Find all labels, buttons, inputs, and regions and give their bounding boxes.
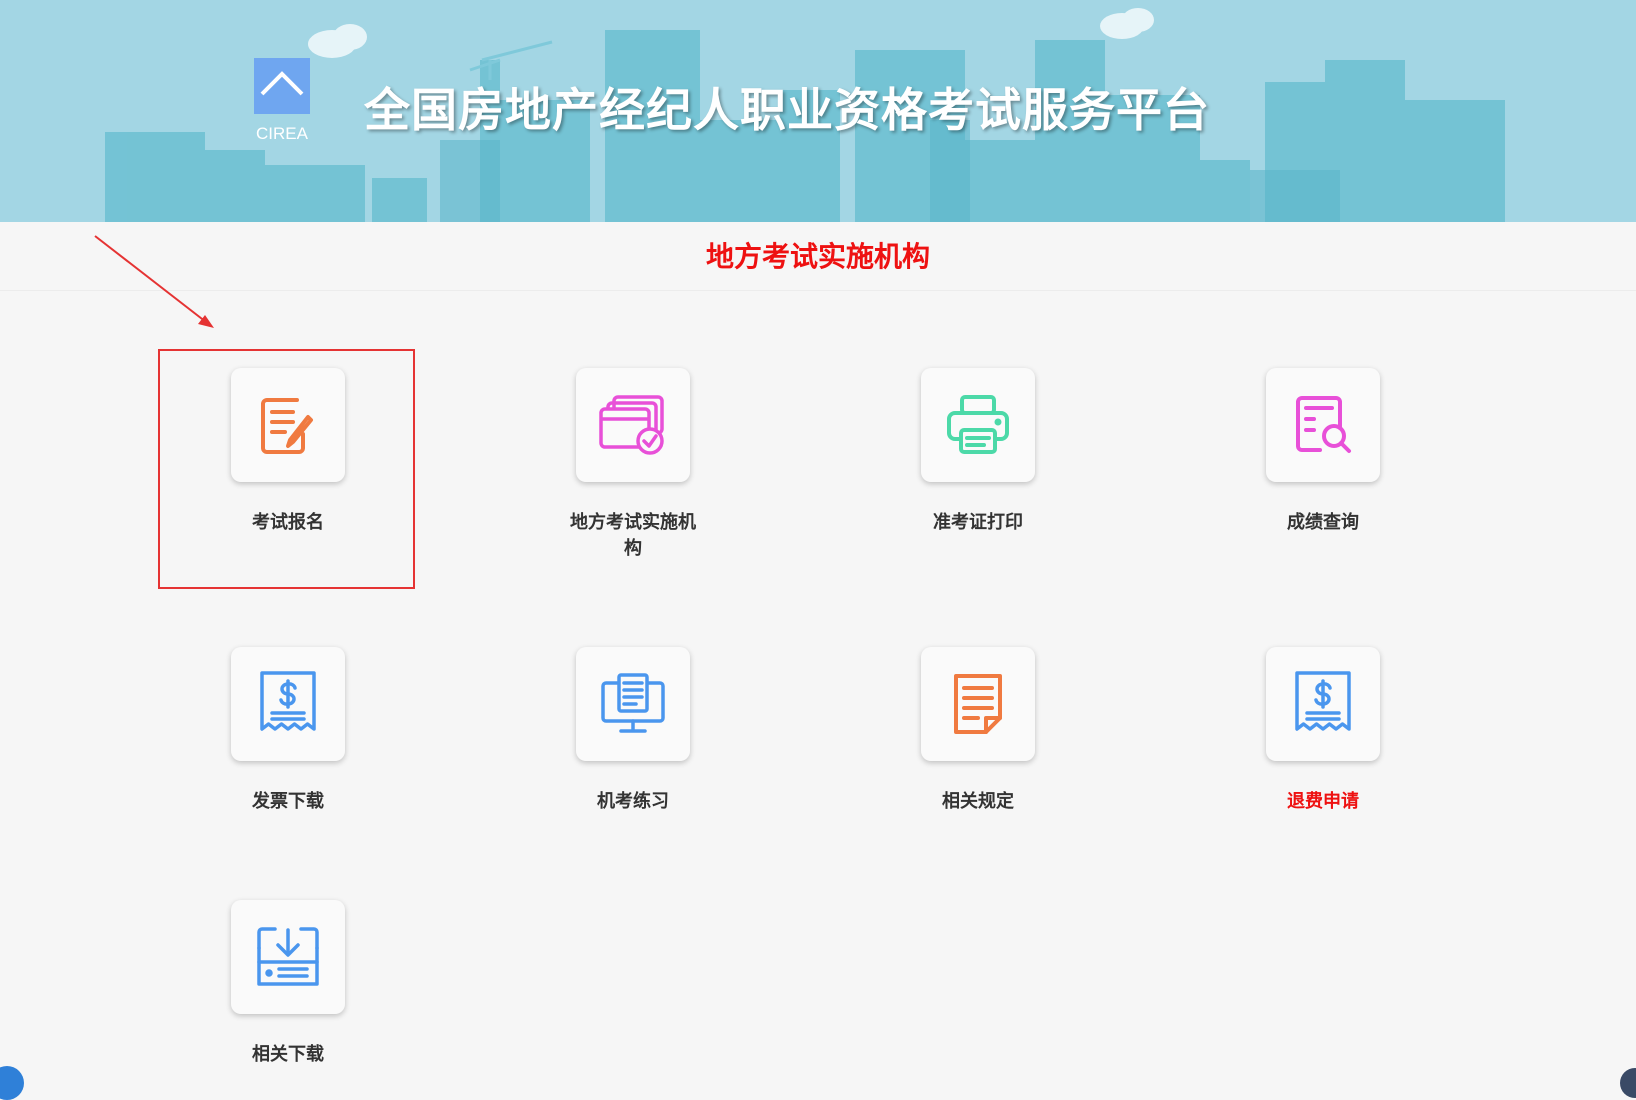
corner-widget-left[interactable] (0, 1066, 24, 1100)
tile-local-exam-institutions[interactable]: 地方考试实施机构 (533, 368, 733, 562)
tile-label: 成绩查询 (1287, 512, 1359, 533)
tile-label: 相关规定 (942, 791, 1014, 812)
tile-label: 退费申请 (1287, 791, 1359, 812)
tile-label: 准考证打印 (933, 512, 1023, 533)
tile-label: 考试报名 (252, 512, 324, 533)
cirea-logo[interactable]: CIREA (253, 58, 311, 144)
institution-cards-icon (576, 368, 690, 482)
tile-label: 发票下载 (252, 791, 324, 812)
download-icon (231, 900, 345, 1014)
regulations-document-icon (921, 647, 1035, 761)
subheader-bar: 地方考试实施机构 (0, 222, 1636, 291)
logo-text: CIREA (256, 124, 308, 143)
tile-related-regulations[interactable]: 相关规定 (878, 647, 1078, 815)
tile-label: 相关下载 (252, 1044, 324, 1065)
printer-icon (921, 368, 1035, 482)
tile-computer-exam-practice[interactable]: 机考练习 (533, 647, 733, 815)
score-search-icon (1266, 368, 1380, 482)
tile-score-inquiry[interactable]: 成绩查询 (1223, 368, 1423, 536)
tile-exam-registration[interactable]: 考试报名 (188, 368, 388, 536)
tile-label: 机考练习 (597, 791, 669, 812)
computer-practice-icon (576, 647, 690, 761)
tile-label: 地方考试实施机构 (570, 512, 696, 559)
refund-receipt-icon (1266, 647, 1380, 761)
corner-widget-right[interactable] (1620, 1068, 1636, 1098)
tile-invoice-download[interactable]: 发票下载 (188, 647, 388, 815)
header-banner: CIREA 全国房地产经纪人职业资格考试服务平台 (0, 0, 1636, 222)
tile-refund-application[interactable]: 退费申请 (1223, 647, 1423, 815)
tile-related-downloads[interactable]: 相关下载 (188, 900, 388, 1068)
site-title: 全国房地产经纪人职业资格考试服务平台 (364, 83, 1210, 137)
invoice-receipt-icon (231, 647, 345, 761)
roof-logo-icon (254, 58, 310, 114)
subheader-title: 地方考试实施机构 (705, 240, 930, 273)
registration-form-icon (231, 368, 345, 482)
tile-admission-ticket-print[interactable]: 准考证打印 (878, 368, 1078, 536)
